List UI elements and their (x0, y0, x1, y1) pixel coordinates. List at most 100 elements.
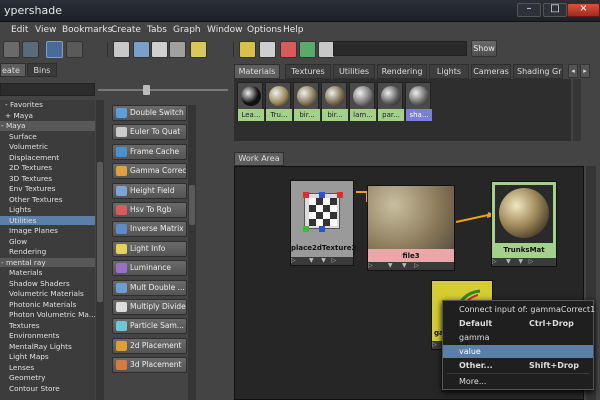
node-button[interactable]: Mult Double ... (112, 279, 187, 296)
tree-item[interactable]: 2D Textures (0, 163, 95, 173)
node-button[interactable]: 2d Placement (112, 337, 187, 354)
tree-item[interactable]: Glow (0, 237, 95, 247)
node-button[interactable]: Euler To Quat (112, 124, 187, 141)
tree-item[interactable]: Light Maps (0, 352, 95, 362)
tree-item[interactable]: Image Planes (0, 226, 95, 236)
tree-item[interactable]: Lenses (0, 363, 95, 373)
tab-scroll-right-icon[interactable]: ▸ (580, 64, 590, 78)
tree-item[interactable]: Displacement (0, 153, 95, 163)
menu-bookmarks[interactable]: Bookmarks (62, 25, 112, 35)
tab-work-area[interactable]: Work Area (234, 152, 284, 166)
tree-item[interactable]: 3D Textures (0, 174, 95, 184)
tab-scroll-left-icon[interactable]: ◂ (568, 64, 578, 78)
tree-item[interactable]: Materials (0, 268, 95, 278)
node-file3[interactable]: file3 ▷ ▼ ▼ ▷ (367, 185, 455, 271)
tree-item[interactable]: Environments (0, 331, 95, 341)
material-swatch[interactable]: bir... (321, 82, 348, 121)
pin-graph-icon[interactable] (299, 41, 316, 58)
node-button[interactable]: Multiply Divide (112, 299, 187, 315)
tree-item[interactable]: - Maya (0, 121, 95, 131)
node-button[interactable]: Frame Cache (112, 143, 187, 160)
tree-item[interactable]: Utilities (0, 215, 95, 226)
tab-utilities[interactable]: Utilities (333, 64, 375, 79)
tree-item[interactable]: Textures (0, 321, 95, 331)
menu-create[interactable]: Create (111, 25, 141, 35)
node-button[interactable]: Inverse Matrix (112, 221, 187, 238)
layout-split-icon[interactable] (46, 41, 63, 58)
tab-rendering[interactable]: Rendering (377, 64, 427, 79)
tab-create[interactable]: eate (0, 63, 26, 77)
icon-size-slider[interactable] (98, 89, 228, 91)
graph-upstream-icon[interactable] (133, 41, 150, 58)
tree-item[interactable]: + Maya (0, 111, 95, 121)
shelf-scrollbar[interactable] (573, 79, 581, 141)
tree-item[interactable]: MentalRay Lights (0, 342, 95, 352)
node-button[interactable]: Particle Sam... (112, 318, 187, 335)
material-swatch[interactable]: Tru... (265, 82, 292, 121)
node-search-input[interactable] (0, 83, 95, 96)
node-button[interactable]: Luminance (112, 260, 187, 277)
node-list-scroll-thumb[interactable] (189, 185, 195, 225)
menu-window[interactable]: Window (207, 25, 243, 35)
minimize-button[interactable]: – (517, 3, 541, 17)
menu-tabs[interactable]: Tabs (147, 25, 167, 35)
tab-cameras[interactable]: Cameras (471, 64, 511, 79)
material-swatch[interactable]: par... (377, 82, 404, 121)
node-place2dtexture[interactable]: place2dTexture2 ▷ ▼ ▼ ▷ (290, 180, 356, 266)
menu-help[interactable]: Help (283, 25, 304, 35)
menu-item-more[interactable]: More... (443, 375, 593, 388)
remove-icon[interactable] (280, 41, 297, 58)
node-button[interactable]: Double Switch (112, 105, 187, 121)
tab-materials[interactable]: Materials (234, 64, 280, 79)
slider-handle[interactable] (143, 85, 150, 95)
tab-textures[interactable]: Textures (285, 64, 331, 79)
tab-lights[interactable]: Lights (429, 64, 469, 79)
menu-item-value[interactable]: value (443, 345, 593, 358)
input-connections-icon[interactable] (259, 41, 276, 58)
tree-item[interactable]: Surface (0, 132, 95, 142)
node-button[interactable]: 3d Placement (112, 357, 187, 374)
menu-item-other[interactable]: Other... Shift+Drop (443, 359, 593, 372)
graph-downstream-icon[interactable] (151, 41, 168, 58)
tab-bins[interactable]: Bins (27, 63, 57, 77)
graph-materials-icon[interactable] (113, 41, 130, 58)
node-ports[interactable]: ▷ ▼ ▼ ▷ (492, 258, 556, 266)
maximize-button[interactable]: □ (543, 3, 567, 17)
layout-icon[interactable] (22, 41, 39, 58)
menu-options[interactable]: Options (247, 25, 282, 35)
tab-shading-groups[interactable]: Shading Gr (513, 64, 563, 79)
menu-item-gamma[interactable]: gamma (443, 331, 593, 344)
menu-edit[interactable]: Edit (11, 25, 28, 35)
node-button[interactable]: Gamma Correct (112, 163, 187, 180)
search-field[interactable] (333, 41, 467, 56)
node-button[interactable]: Hsv To Rgb (112, 202, 187, 218)
node-button[interactable]: Light Info (112, 240, 187, 257)
node-button[interactable]: Height Field (112, 182, 187, 199)
node-ports[interactable]: ▷ ▼ ▼ ▷ (368, 262, 454, 270)
tree-scroll-thumb[interactable] (97, 162, 103, 302)
tree-item[interactable]: Geometry (0, 373, 95, 383)
layout-top-icon[interactable] (66, 41, 83, 58)
tree-item[interactable]: Rendering (0, 247, 95, 257)
tree-item[interactable]: Contour Store (0, 384, 95, 394)
node-trunksmat[interactable]: TrunksMat ▷ ▼ ▼ ▷ (491, 181, 557, 267)
tree-scrollbar[interactable] (96, 100, 104, 400)
tree-item[interactable]: Photon Volumetric Ma... (0, 310, 95, 320)
toggle-create-bar-icon[interactable] (3, 41, 20, 58)
clear-graph-icon[interactable] (190, 41, 207, 58)
show-button[interactable]: Show (471, 40, 497, 57)
graph-updownstream-icon[interactable] (169, 41, 186, 58)
node-ports[interactable]: ▷ ▼ ▼ ▷ (291, 257, 353, 265)
tree-item[interactable]: Other Textures (0, 195, 95, 205)
arrange-graph-icon[interactable] (239, 41, 256, 58)
node-list-scrollbar[interactable] (188, 105, 196, 400)
material-swatch[interactable]: sha... (405, 82, 432, 121)
material-swatch[interactable]: Lea... (237, 82, 264, 121)
menu-item-default[interactable]: Default Ctrl+Drop (443, 317, 593, 330)
tree-item[interactable]: Lights (0, 205, 95, 215)
material-swatch[interactable]: bir... (293, 82, 320, 121)
tree-item[interactable]: - Favorites (0, 100, 95, 110)
tree-item[interactable]: Volumetric Materials (0, 289, 95, 299)
menu-view[interactable]: View (35, 25, 56, 35)
tree-item[interactable]: Photonic Materials (0, 300, 95, 310)
